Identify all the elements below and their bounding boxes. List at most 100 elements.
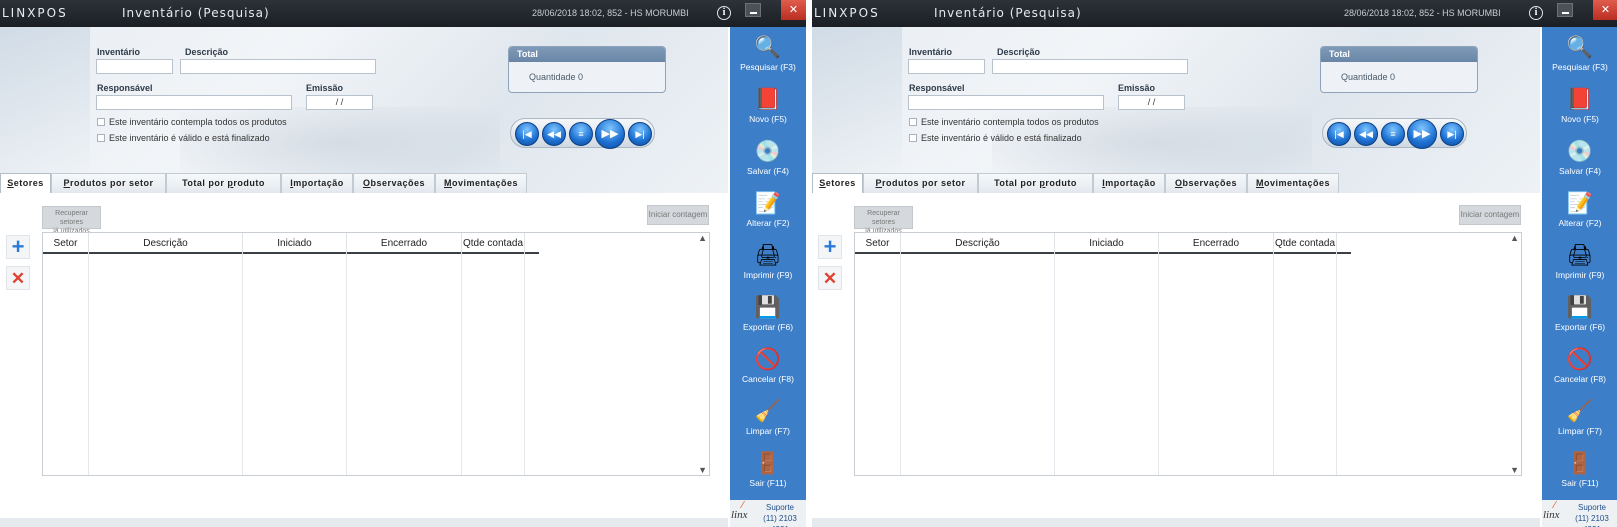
checkbox-box[interactable] [909, 118, 917, 126]
tab-3[interactable]: Total por produto [978, 173, 1093, 193]
descricao-input[interactable] [180, 59, 376, 74]
action-exit-door-button[interactable]: 🚪 Sair (F11) [1542, 447, 1617, 497]
column-header[interactable]: Encerrado [1159, 233, 1274, 254]
tab-1[interactable]: Setores [0, 173, 51, 193]
action-new-book-button[interactable]: 📕 Novo (F5) [1542, 83, 1617, 133]
valid-finalized-checkbox[interactable]: Este inventário é válido e está finaliza… [97, 133, 270, 143]
all-products-checkbox[interactable]: Este inventário contempla todos os produ… [97, 117, 287, 127]
valid-finalized-checkbox[interactable]: Este inventário é válido e está finaliza… [909, 133, 1082, 143]
record-list-button[interactable]: ≡ [569, 122, 593, 146]
sectors-grid[interactable]: Setor Descrição Iniciado Encerrado Qtde cont… [854, 232, 1522, 476]
column-header[interactable]: Descrição [89, 233, 243, 254]
tab-label-post: roduto [233, 178, 265, 188]
inventario-input[interactable] [908, 59, 985, 74]
action-export-button[interactable]: 💾 Exportar (F6) [1542, 291, 1617, 341]
start-count-button[interactable]: Iniciar contagem [647, 205, 709, 225]
support-phone[interactable]: (11) 2103 4321 [763, 514, 797, 527]
column-header[interactable]: Qtde contada [462, 233, 525, 254]
info-icon[interactable]: i [1529, 6, 1543, 20]
sectors-tab-content: + ✕ Recuperar setores já utilizados Inic… [812, 193, 1540, 527]
delete-sector-button[interactable]: ✕ [6, 266, 30, 290]
close-button[interactable]: ✕ [781, 0, 806, 20]
support-info: Suporte (11) 2103 4321 [1566, 502, 1617, 527]
minimize-button[interactable] [1557, 3, 1573, 17]
linx-logo: linx [731, 509, 748, 521]
all-products-checkbox[interactable]: Este inventário contempla todos os produ… [909, 117, 1099, 127]
scroll-up-arrow[interactable]: ▲ [698, 233, 707, 243]
descricao-input[interactable] [992, 59, 1188, 74]
emissao-date-input[interactable]: / / [306, 95, 373, 110]
sectors-tab-content: + ✕ Recuperar setores já utilizados Inic… [0, 193, 728, 527]
next-record-button[interactable]: ▶▶ [1407, 119, 1437, 149]
delete-sector-button[interactable]: ✕ [818, 266, 842, 290]
tab-label-post: etores [13, 178, 44, 188]
action-export-button[interactable]: 💾 Exportar (F6) [730, 291, 806, 341]
first-record-button[interactable]: |◀ [515, 122, 539, 146]
action-save-disc-button[interactable]: 💿 Salvar (F4) [1542, 135, 1617, 185]
scroll-down-arrow[interactable]: ▼ [1510, 465, 1519, 475]
record-list-button[interactable]: ≡ [1381, 122, 1405, 146]
checkbox-box[interactable] [97, 118, 105, 126]
column-header[interactable]: Descrição [901, 233, 1055, 254]
action-broom-button[interactable]: 🧹 Limpar (F7) [730, 395, 806, 445]
action-edit-button[interactable]: 📝 Alterar (F2) [730, 187, 806, 237]
checkbox-box[interactable] [97, 134, 105, 142]
action-cancel-button[interactable]: 🚫 Cancelar (F8) [1542, 343, 1617, 393]
action-search-button[interactable]: 🔍 Pesquisar (F3) [730, 31, 806, 81]
inventario-input[interactable] [96, 59, 173, 74]
column-header[interactable]: Setor [43, 233, 89, 254]
add-sector-button[interactable]: + [6, 235, 30, 259]
responsavel-label: Responsável [97, 83, 153, 93]
emissao-label: Emissão [1118, 83, 1156, 93]
action-save-disc-button[interactable]: 💿 Salvar (F4) [730, 135, 806, 185]
checkbox-box[interactable] [909, 134, 917, 142]
tab-1[interactable]: Setores [812, 173, 863, 193]
info-icon[interactable]: i [717, 6, 731, 20]
column-header[interactable]: Encerrado [347, 233, 462, 254]
previous-record-button[interactable]: ◀◀ [542, 122, 566, 146]
column-header[interactable]: Setor [855, 233, 901, 254]
first-record-button[interactable]: |◀ [1327, 122, 1351, 146]
recover-sectors-button[interactable]: Recuperar setores já utilizados [42, 206, 101, 235]
responsavel-input[interactable] [96, 95, 292, 110]
recover-sectors-button[interactable]: Recuperar setores já utilizados [854, 206, 913, 235]
column-header[interactable]: Iniciado [1055, 233, 1159, 254]
action-edit-button[interactable]: 📝 Alterar (F2) [1542, 187, 1617, 237]
action-printer-button[interactable]: 🖨 Imprimir (F9) [1542, 239, 1617, 289]
sectors-grid[interactable]: Setor Descrição Iniciado Encerrado Qtde cont… [42, 232, 710, 476]
action-exit-door-button[interactable]: 🚪 Sair (F11) [730, 447, 806, 497]
column-header[interactable]: Qtde contada [1274, 233, 1337, 254]
tab-4[interactable]: Importação [1093, 173, 1165, 193]
column-header[interactable]: Iniciado [243, 233, 347, 254]
action-broom-button[interactable]: 🧹 Limpar (F7) [1542, 395, 1617, 445]
action-search-button[interactable]: 🔍 Pesquisar (F3) [1542, 31, 1617, 81]
emissao-date-input[interactable]: / / [1118, 95, 1185, 110]
action-label: Imprimir (F9) [1555, 270, 1605, 280]
responsavel-input[interactable] [908, 95, 1104, 110]
tab-5[interactable]: Observações [1165, 173, 1247, 193]
action-printer-button[interactable]: 🖨 Imprimir (F9) [730, 239, 806, 289]
next-record-button[interactable]: ▶▶ [595, 119, 625, 149]
tab-label-post: roduto [1045, 178, 1077, 188]
tab-3[interactable]: Total por produto [166, 173, 281, 193]
scroll-up-arrow[interactable]: ▲ [1510, 233, 1519, 243]
tab-6[interactable]: Movimentações [1247, 173, 1339, 193]
add-sector-button[interactable]: + [818, 235, 842, 259]
tab-shortcut-letter: M [443, 178, 452, 188]
tab-2[interactable]: Produtos por setor [51, 173, 166, 193]
search-icon: 🔍 [754, 36, 782, 59]
last-record-button[interactable]: ▶| [628, 122, 652, 146]
support-phone[interactable]: (11) 2103 4321 [1575, 514, 1609, 527]
tab-5[interactable]: Observações [353, 173, 435, 193]
action-new-book-button[interactable]: 📕 Novo (F5) [730, 83, 806, 133]
start-count-button[interactable]: Iniciar contagem [1459, 205, 1521, 225]
action-cancel-button[interactable]: 🚫 Cancelar (F8) [730, 343, 806, 393]
last-record-button[interactable]: ▶| [1440, 122, 1464, 146]
minimize-button[interactable] [745, 3, 761, 17]
tab-4[interactable]: Importação [281, 173, 353, 193]
tab-6[interactable]: Movimentações [435, 173, 527, 193]
scroll-down-arrow[interactable]: ▼ [698, 465, 707, 475]
tab-2[interactable]: Produtos por setor [863, 173, 978, 193]
close-button[interactable]: ✕ [1593, 0, 1617, 20]
previous-record-button[interactable]: ◀◀ [1354, 122, 1378, 146]
